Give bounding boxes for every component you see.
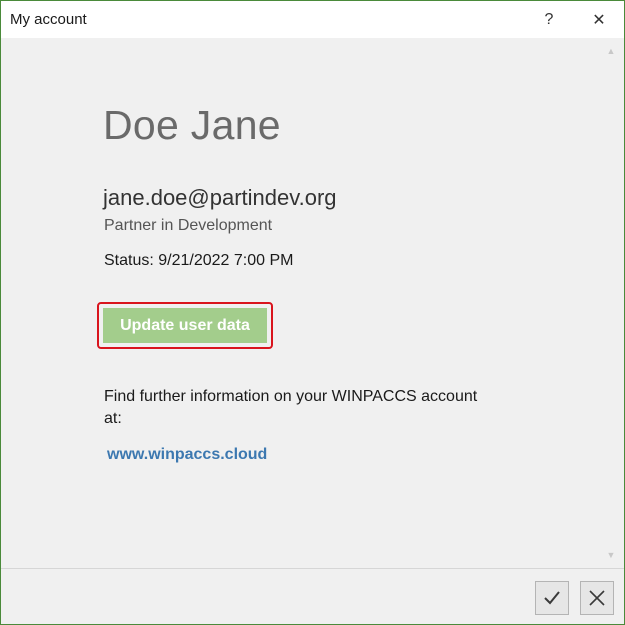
user-email: jane.doe@partindev.org (103, 185, 337, 210)
close-icon (589, 590, 605, 606)
scroll-down-arrow-icon[interactable]: ▼ (604, 548, 618, 562)
winpaccs-link[interactable]: www.winpaccs.cloud (107, 446, 267, 464)
window-title: My account (10, 11, 87, 28)
ok-button[interactable] (535, 581, 569, 615)
close-icon: ✕ (592, 11, 606, 29)
user-name: Doe Jane (103, 102, 281, 148)
close-button[interactable]: ✕ (576, 1, 622, 38)
scroll-up-arrow-icon[interactable]: ▲ (604, 44, 618, 58)
help-button[interactable]: ? (526, 1, 572, 38)
my-account-dialog: My account ? ✕ ▲ Doe Jane jane.doe@parti… (0, 0, 625, 625)
checkmark-icon (544, 591, 560, 605)
cancel-button[interactable] (580, 581, 614, 615)
user-status: Status: 9/21/2022 7:00 PM (104, 252, 294, 269)
title-bar: My account ? ✕ (1, 1, 624, 38)
update-button-highlight: Update user data (97, 302, 273, 349)
user-organization: Partner in Development (104, 217, 273, 234)
account-content: ▲ Doe Jane jane.doe@partindev.org Partne… (1, 38, 624, 568)
info-text: Find further information on your WINPACC… (104, 388, 478, 427)
help-icon: ? (544, 10, 554, 28)
dialog-footer (1, 568, 624, 624)
update-user-data-button[interactable]: Update user data (103, 308, 267, 343)
